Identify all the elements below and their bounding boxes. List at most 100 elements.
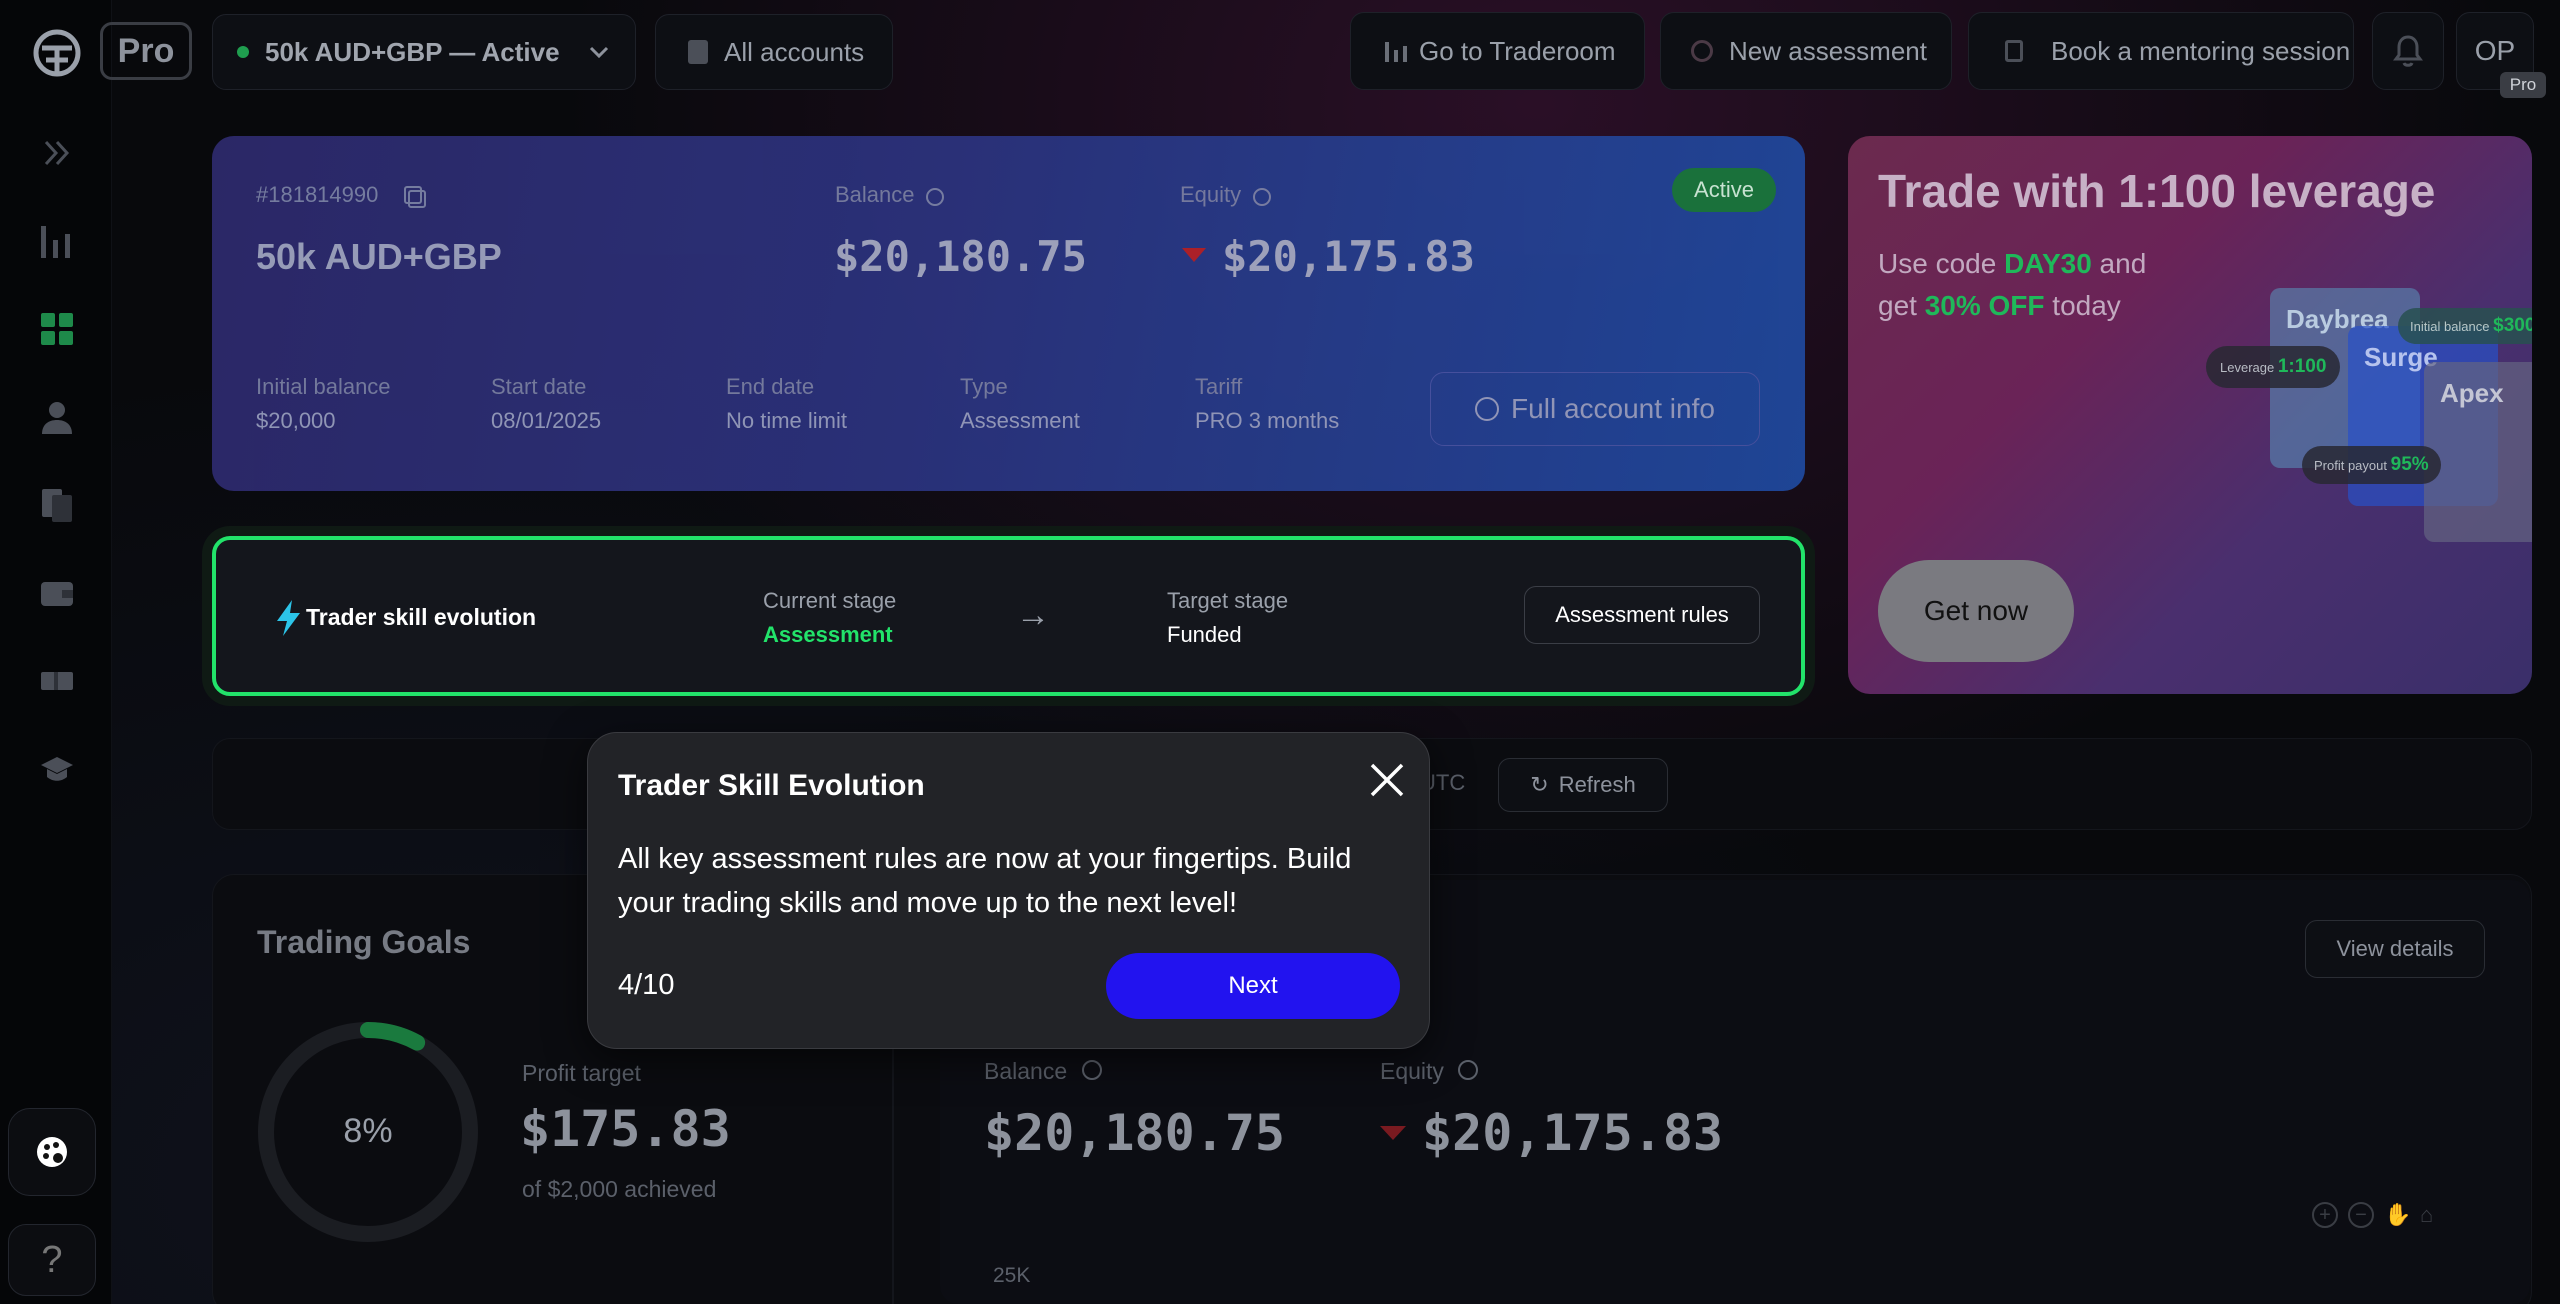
target-stage-value: Funded: [1167, 622, 1242, 647]
initial-balance-label: Initial balance: [256, 374, 391, 399]
tariff-label: Tariff: [1195, 374, 1243, 399]
assessment-rules-label: Assessment rules: [1555, 602, 1729, 627]
all-accounts-button[interactable]: All accounts: [655, 14, 893, 90]
refresh-button[interactable]: ↻ Refresh: [1498, 758, 1668, 812]
bell-icon: [2393, 35, 2423, 67]
view-details-label: View details: [2336, 936, 2454, 961]
plan-card-apex-label: Apex: [2440, 378, 2504, 408]
avatar-plan-label: Pro: [2509, 75, 2537, 94]
full-account-info-button[interactable]: Full account info: [1430, 372, 1760, 446]
close-icon: [1370, 763, 1404, 797]
lightning-icon: [277, 600, 300, 636]
zoom-in-icon[interactable]: +: [2312, 1202, 2338, 1228]
plan-card-apex: Apex: [2424, 362, 2532, 542]
pan-hand-icon[interactable]: ✋: [2384, 1202, 2411, 1228]
promo-line-1: Use code DAY30 and: [1878, 248, 2146, 280]
profit-achieved: of $2,000 achieved: [522, 1176, 717, 1202]
calendar-icon: [2005, 40, 2023, 62]
mentoring-button[interactable]: Book a mentoring session: [1968, 12, 2354, 90]
account-id: #181814990: [256, 182, 379, 207]
promo-chip-leverage: Leverage 1:100: [2206, 346, 2341, 388]
end-date-value: No time limit: [726, 408, 848, 433]
promo-line-1-b: and: [2091, 248, 2147, 279]
sidebar: ?: [0, 0, 112, 1304]
promo-code: DAY30: [2004, 248, 2092, 279]
promo-line-2-b: today: [2044, 290, 2121, 321]
account-card: #181814990 50k AUD+GBP Balance $20,180.7…: [212, 136, 1805, 491]
target-icon: [1691, 40, 1713, 62]
chart-bars-icon[interactable]: [34, 218, 80, 264]
palette-icon: [37, 1137, 67, 1167]
logo-icon[interactable]: [32, 28, 82, 78]
skill-evolution-card: Trader skill evolution Current stage Ass…: [212, 536, 1805, 696]
traderoom-button[interactable]: Go to Traderoom: [1350, 12, 1645, 90]
info-icon[interactable]: [1253, 188, 1271, 206]
promo-discount: 30% OFF: [1924, 290, 2045, 321]
promo-line-2-a: get: [1878, 290, 1925, 321]
zoom-out-icon[interactable]: −: [2348, 1202, 2374, 1228]
y-axis-tick: 25K: [993, 1264, 1031, 1287]
assessment-rules-button[interactable]: Assessment rules: [1524, 586, 1760, 644]
account-selector[interactable]: 50k AUD+GBP — Active: [212, 14, 636, 90]
chart-balance-label: Balance: [984, 1058, 1068, 1084]
account-name: 50k AUD+GBP: [256, 236, 502, 277]
user-icon[interactable]: [34, 394, 80, 440]
chart-balance-value: $20,180.75: [984, 1104, 1286, 1162]
documents-icon[interactable]: [34, 482, 80, 528]
chip-profit-payout-value: 95%: [2390, 454, 2429, 475]
get-now-label: Get now: [1923, 595, 2029, 626]
home-icon[interactable]: ⌂: [2420, 1202, 2446, 1228]
view-details-button[interactable]: View details: [2305, 920, 2485, 978]
chip-initial-balance-value: $300: [2493, 315, 2532, 336]
new-assessment-label: New assessment: [1729, 35, 1927, 66]
stage-arrow: →: [1016, 596, 1050, 634]
dialog-body: All key assessment rules are now at your…: [618, 843, 1352, 919]
info-icon[interactable]: [1458, 1060, 1478, 1080]
wallet-icon[interactable]: [34, 570, 80, 616]
expand-sidebar-icon[interactable]: [34, 130, 80, 176]
current-stage-label: Current stage: [763, 588, 897, 613]
bar-chart-icon: [1385, 42, 1407, 62]
type-label: Type: [960, 374, 1008, 399]
avatar-initials: OP: [2474, 35, 2516, 66]
graduation-icon[interactable]: [34, 746, 80, 792]
refresh-label: Refresh: [1558, 772, 1636, 797]
full-account-info-label: Full account info: [1511, 393, 1715, 424]
accounts-icon: [688, 40, 708, 64]
promo-title: Trade with 1:100 leverage: [1878, 165, 2436, 217]
copy-icon[interactable]: [402, 184, 428, 210]
info-icon[interactable]: [1082, 1060, 1102, 1080]
initial-balance-value: $20,000: [256, 408, 336, 433]
status-badge: Active: [1672, 168, 1776, 212]
promo-chip-initial-balance: Initial balance $300: [2398, 308, 2532, 344]
dialog-step-counter: 4/10: [618, 969, 675, 1001]
promo-chip-profit-payout: Profit payout 95%: [2302, 446, 2441, 484]
info-icon[interactable]: [926, 188, 944, 206]
tariff-value: PRO 3 months: [1195, 408, 1340, 433]
refresh-icon: ↻: [1530, 772, 1549, 797]
dialog-close-button[interactable]: [1366, 759, 1408, 801]
traderoom-label: Go to Traderoom: [1419, 35, 1616, 66]
new-assessment-button[interactable]: New assessment: [1660, 12, 1952, 90]
profit-target-label: Profit target: [522, 1060, 641, 1086]
chip-leverage-value: 1:100: [2277, 356, 2327, 377]
help-button[interactable]: ?: [8, 1224, 96, 1296]
status-dot: [237, 46, 249, 58]
profit-target-value: $175.83: [520, 1100, 731, 1158]
panel-divider: [892, 1010, 894, 1304]
balance-label: Balance: [835, 182, 915, 207]
dashboard-icon[interactable]: [34, 306, 80, 352]
cards-icon[interactable]: [34, 658, 80, 704]
trading-goals-title: Trading Goals: [257, 924, 471, 960]
dialog-title: Trader Skill Evolution: [618, 769, 925, 802]
balance-value: $20,180.75: [834, 232, 1087, 281]
theme-toggle-button[interactable]: [8, 1108, 96, 1196]
account-selector-label: 50k AUD+GBP — Active: [265, 36, 560, 67]
chart-controls: + − ✋ ⌂: [2312, 1202, 2446, 1228]
info-icon: [1475, 397, 1500, 421]
chip-initial-balance-label: Initial balance: [2410, 318, 2490, 334]
notifications-button[interactable]: [2372, 12, 2444, 90]
dialog-next-button[interactable]: Next: [1106, 953, 1400, 1019]
down-arrow-icon: [1380, 1126, 1406, 1140]
get-now-button[interactable]: Get now: [1878, 560, 2074, 662]
